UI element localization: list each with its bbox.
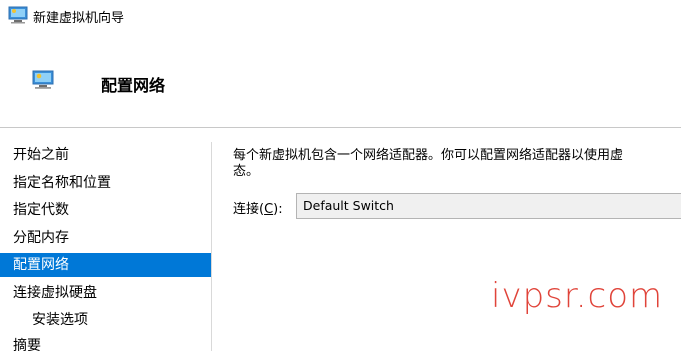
step-memory[interactable]: 分配内存 [0,226,211,250]
step-networking[interactable]: 配置网络 [0,253,211,277]
network-description: 每个新虚拟机包含一个网络适配器。你可以配置网络适配器以使用虚 态。 [233,148,681,180]
step-name-location[interactable]: 指定名称和位置 [0,171,211,195]
step-summary[interactable]: 摘要 [0,334,211,358]
description-line-1: 每个新虚拟机包含一个网络适配器。你可以配置网络适配器以使用虚 [233,148,624,163]
title-bar: 新建虚拟机向导 [0,0,681,30]
page-title: 配置网络 [101,76,166,95]
watermark-text: ivpsr.com [491,276,664,316]
step-before-you-begin[interactable]: 开始之前 [0,143,211,167]
sidebar-separator [211,142,212,351]
network-config-icon [32,70,54,89]
step-generation[interactable]: 指定代数 [0,198,211,222]
step-install-options[interactable]: 安装选项 [0,308,211,332]
connection-select[interactable]: Default Switch [296,193,681,219]
window-title: 新建虚拟机向导 [33,11,125,26]
description-line-2: 态。 [233,164,260,179]
connection-label-pre: 连接( [233,202,265,217]
step-virtual-disk[interactable]: 连接虚拟硬盘 [0,281,211,305]
vm-icon [8,6,28,24]
connection-label-accesskey: C [264,202,274,217]
connection-select-value: Default Switch [303,198,394,213]
wizard-steps-sidebar: 开始之前 指定名称和位置 指定代数 分配内存 配置网络 连接虚拟硬盘 安装选项 … [0,128,211,354]
connection-label: 连接(C): [233,198,283,217]
connection-label-post: ): [273,202,283,217]
page-header: 配置网络 [0,30,681,127]
